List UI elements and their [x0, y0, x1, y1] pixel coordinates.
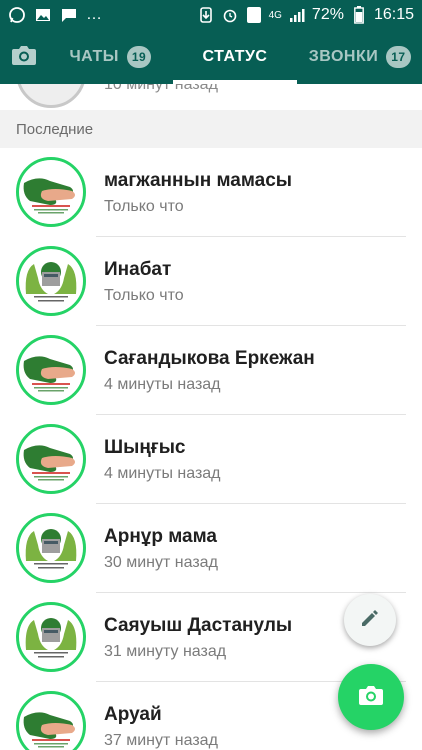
text-status-button[interactable] — [344, 594, 396, 646]
image-icon — [34, 6, 52, 24]
missed-calls-badge: 17 — [386, 46, 411, 68]
status-time: 31 минуту назад — [104, 643, 227, 660]
avatar — [16, 84, 86, 108]
network-type: 4G — [268, 9, 282, 21]
status-time: Только что — [104, 287, 184, 304]
signal-icon — [288, 6, 306, 24]
list-item[interactable]: Арнұр мама 30 минут назад — [0, 504, 422, 593]
list-item[interactable]: Инабат Только что — [0, 237, 422, 326]
list-item[interactable]: Шыңғыс 4 минуты назад — [0, 415, 422, 504]
section-title: Последние — [16, 120, 94, 138]
unread-badge: 19 — [126, 46, 152, 68]
avatar — [16, 335, 86, 405]
status-list: магжаннын мамасы Только что Инабат Тольк… — [0, 148, 422, 750]
camera-status-button[interactable] — [338, 664, 404, 730]
camera-icon — [358, 684, 384, 711]
battery-icon — [350, 6, 368, 24]
system-indicators: 4G 72% 16:15 — [197, 6, 414, 24]
hand-icon — [20, 695, 82, 750]
top-app-bar: ЧАТЫ 19 СТАТУС ЗВОНКИ 17 — [0, 30, 422, 84]
avatar — [16, 691, 86, 750]
tab-label: СТАТУС — [202, 48, 268, 65]
status-time: Только что — [104, 198, 184, 215]
more-notifications-icon: … — [86, 6, 102, 23]
tab-label: ЧАТЫ — [69, 48, 119, 65]
contact-name: Инабат — [104, 259, 172, 280]
camera-tab[interactable] — [0, 30, 48, 84]
avatar — [16, 602, 86, 672]
notification-icons: … — [8, 6, 102, 24]
status-time: 10 минут назад — [104, 84, 218, 93]
list-item[interactable]: Сағандыкова Еркежан 4 минуты назад — [0, 326, 422, 415]
clock: 16:15 — [373, 6, 414, 23]
hand-icon — [20, 161, 82, 223]
list-item[interactable]: магжаннын мамасы Только что — [0, 148, 422, 237]
hand-icon — [20, 428, 82, 490]
avatar — [16, 246, 86, 316]
sim-icon — [245, 6, 263, 24]
contact-name: Аруай — [104, 704, 162, 725]
tab-status[interactable]: СТАТУС — [172, 30, 298, 84]
status-time: 37 минут назад — [104, 732, 218, 749]
hand-icon — [20, 339, 82, 401]
tab-calls[interactable]: ЗВОНКИ 17 — [297, 30, 422, 84]
battery-percent: 72% — [311, 6, 344, 23]
contact-name: Саяуыш Дастанулы — [104, 615, 293, 636]
partial-status-row[interactable]: 10 минут назад — [0, 84, 422, 110]
avatar — [16, 424, 86, 494]
avatar — [16, 513, 86, 583]
hands-tree-icon — [20, 606, 82, 668]
tab-label: ЗВОНКИ — [308, 48, 379, 65]
contact-name: Сағандыкова Еркежан — [104, 348, 315, 369]
message-icon — [60, 6, 78, 24]
avatar — [16, 157, 86, 227]
status-time: 4 минуты назад — [104, 376, 221, 393]
pencil-icon — [359, 607, 381, 634]
status-time: 4 минуты назад — [104, 465, 221, 482]
hands-tree-icon — [20, 250, 82, 312]
section-header-recent: Последние — [0, 110, 422, 148]
camera-icon — [11, 44, 37, 71]
contact-name: магжаннын мамасы — [104, 170, 293, 191]
contact-name: Шыңғыс — [104, 437, 186, 458]
contact-name: Арнұр мама — [104, 526, 217, 547]
whatsapp-icon — [8, 6, 26, 24]
alarm-icon — [221, 6, 239, 24]
status-time: 30 минут назад — [104, 554, 218, 571]
hands-tree-icon — [20, 517, 82, 579]
system-status-bar: … 4G 72% 16:15 — [0, 0, 422, 30]
download-icon — [197, 6, 215, 24]
tab-chats[interactable]: ЧАТЫ 19 — [48, 30, 173, 84]
